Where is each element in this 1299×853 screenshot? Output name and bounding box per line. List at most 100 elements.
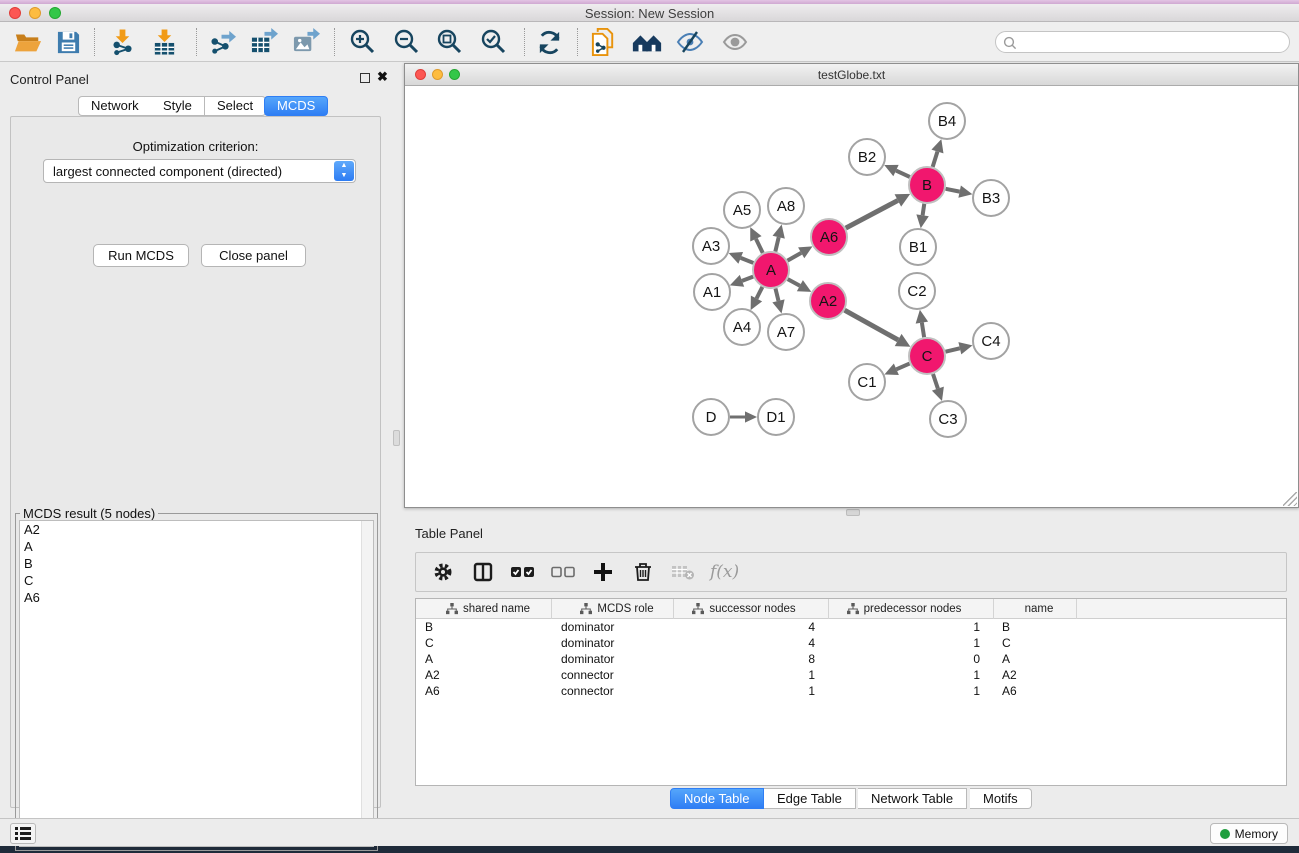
result-list-item[interactable]: A [20,538,373,555]
delete-table-icon[interactable] [670,559,696,585]
graph-edge-A-A2[interactable] [788,279,812,292]
graph-node-A6[interactable]: A6 [811,219,847,255]
float-panel-icon[interactable] [360,73,370,83]
result-list-item[interactable]: C [20,572,373,589]
graph-edge-B-B2[interactable] [884,165,910,177]
search-input[interactable] [1020,33,1280,51]
graph-edge-A-A8[interactable] [773,224,785,251]
close-panel-button[interactable]: Close panel [201,244,306,267]
create-column-icon[interactable] [590,559,616,585]
graph-edge-A-A6[interactable] [788,246,813,260]
network-window-titlebar[interactable]: testGlobe.txt [405,64,1298,86]
select-all-columns-icon[interactable] [510,559,536,585]
window-resize-grip[interactable] [1283,492,1297,506]
graph-node-A4[interactable]: A4 [724,309,760,345]
graph-node-A5[interactable]: A5 [724,192,760,228]
graph-edge-A-A3[interactable] [729,252,754,264]
column-header-MCDS-role[interactable]: MCDS role [552,599,674,619]
graph-node-A1[interactable]: A1 [694,274,730,310]
table-row[interactable]: A2connector11A2 [416,667,1286,683]
zoom-out-icon[interactable] [390,28,422,56]
graph-edge-A-A5[interactable] [750,227,762,253]
delete-column-icon[interactable] [630,559,656,585]
export-network-icon[interactable] [206,28,238,56]
zoom-selected-icon[interactable] [477,28,509,56]
graph-node-C1[interactable]: C1 [849,364,885,400]
graph-edge-C-C2[interactable] [916,310,928,337]
graph-node-B2[interactable]: B2 [849,139,885,175]
export-image-icon[interactable] [290,28,322,56]
run-mcds-button[interactable]: Run MCDS [93,244,189,267]
graph-node-C3[interactable]: C3 [930,401,966,437]
close-panel-icon[interactable]: ✖ [377,69,388,85]
graph-node-D1[interactable]: D1 [758,399,794,435]
tab-node-table[interactable]: Node Table [670,788,764,809]
graph-edge-A-A4[interactable] [751,287,763,310]
task-history-button[interactable] [10,823,36,844]
column-header-predecessor-nodes[interactable]: predecessor nodes [829,599,994,619]
unselect-all-columns-icon[interactable] [550,559,576,585]
graph-edge-C-C1[interactable] [884,363,909,375]
result-list-item[interactable]: B [20,555,373,572]
result-list-item[interactable]: A6 [20,589,373,606]
tab-motifs[interactable]: Motifs [970,788,1032,809]
tab-select[interactable]: Select [205,96,266,116]
search-field[interactable] [995,31,1290,53]
graph-edge-B-B4[interactable] [931,139,943,167]
show-column-icon[interactable] [470,559,496,585]
graph-node-C[interactable]: C [909,338,945,374]
column-header-shared-name[interactable]: shared name [416,599,552,619]
optimization-criterion-select[interactable]: largest connected component (directed) ▲… [43,159,356,183]
graph-edge-C-C3[interactable] [932,374,944,401]
table-options-icon[interactable] [430,559,456,585]
tab-network[interactable]: Network [78,96,152,116]
graph-node-A7[interactable]: A7 [768,314,804,350]
graph-node-B1[interactable]: B1 [900,229,936,265]
graph-node-B4[interactable]: B4 [929,103,965,139]
graph-node-D[interactable]: D [693,399,729,435]
graph-node-A3[interactable]: A3 [693,228,729,264]
graph-edge-B-B3[interactable] [946,185,973,197]
new-network-from-selection-icon[interactable] [588,28,620,56]
graph-node-B3[interactable]: B3 [973,180,1009,216]
mcds-result-list[interactable]: A2ABCA6 [19,520,374,847]
tab-edge-table[interactable]: Edge Table [764,788,856,809]
import-network-icon[interactable] [106,28,138,56]
table-row[interactable]: Bdominator41B [416,619,1286,635]
zoom-fit-icon[interactable] [433,28,465,56]
graph-node-A[interactable]: A [753,252,789,288]
table-row[interactable]: A6connector11A6 [416,683,1286,699]
save-session-icon[interactable] [52,28,84,56]
column-header-name[interactable]: name [994,599,1077,619]
tab-mcds[interactable]: MCDS [264,96,328,116]
apply-layout-icon[interactable] [533,28,565,56]
tab-style[interactable]: Style [151,96,205,116]
hide-graphics-details-icon[interactable] [674,28,706,56]
graph-edge-A-A7[interactable] [772,288,784,313]
graph-edge-A6-B[interactable] [846,194,910,228]
tab-network-table[interactable]: Network Table [858,788,967,809]
graph-edge-A2-C[interactable] [845,310,911,347]
open-session-icon[interactable] [12,28,44,56]
result-list-item[interactable]: A2 [20,521,373,538]
graph-node-A2[interactable]: A2 [810,283,846,319]
column-header-successor-nodes[interactable]: successor nodes [674,599,829,619]
table-row[interactable]: Cdominator41C [416,635,1286,651]
zoom-in-icon[interactable] [346,28,378,56]
graph-node-A8[interactable]: A8 [768,188,804,224]
network-canvas[interactable]: B4B2BB3B1A5A8A3A6AA1A2A4A7C2CC4C1C3DD1 [406,86,1297,506]
vertical-split-divider[interactable] [391,62,403,818]
graph-edge-A-A1[interactable] [730,275,753,287]
import-table-icon[interactable] [148,28,180,56]
memory-button[interactable]: Memory [1210,823,1288,844]
graph-node-C4[interactable]: C4 [973,323,1009,359]
graph-node-B[interactable]: B [909,167,945,203]
result-list-scrollbar[interactable] [361,521,373,846]
table-row[interactable]: Adominator80A [416,651,1286,667]
divider-grip[interactable] [846,509,860,516]
graph-edge-D-D1[interactable] [730,411,757,422]
graph-edge-C-C4[interactable] [945,342,972,354]
divider-grip[interactable] [393,430,400,446]
show-graphics-details-icon[interactable] [719,28,751,56]
graph-edge-B-B1[interactable] [916,204,928,228]
